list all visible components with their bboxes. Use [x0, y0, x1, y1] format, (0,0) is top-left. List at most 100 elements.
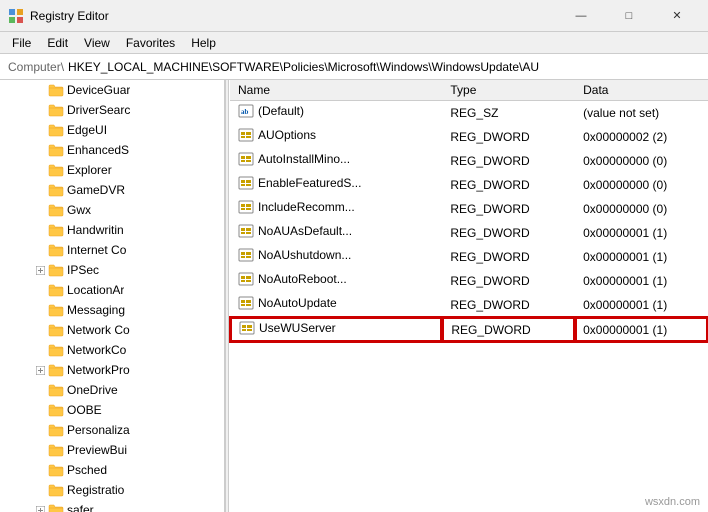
folder-icon [48, 362, 64, 378]
value-data: 0x00000001 (1) [575, 269, 708, 293]
tree-expander[interactable] [32, 502, 48, 512]
menu-bar: File Edit View Favorites Help [0, 32, 708, 54]
tree-item[interactable]: Internet Co [0, 240, 224, 260]
tree-item[interactable]: PreviewBui [0, 440, 224, 460]
tree-expander[interactable] [32, 122, 48, 138]
tree-expander[interactable] [32, 422, 48, 438]
tree-item[interactable]: DriverSearc [0, 100, 224, 120]
tree-item[interactable]: EdgeUI [0, 120, 224, 140]
table-row[interactable]: NoAutoReboot...REG_DWORD0x00000001 (1) [230, 269, 708, 293]
tree-item[interactable]: GameDVR [0, 180, 224, 200]
folder-icon [48, 142, 64, 158]
tree-item[interactable]: safer [0, 500, 224, 512]
tree-item-label: EdgeUI [67, 123, 107, 137]
tree-expander[interactable] [32, 182, 48, 198]
tree-item-label: Network Co [67, 323, 130, 337]
table-row[interactable]: NoAUshutdown...REG_DWORD0x00000001 (1) [230, 245, 708, 269]
menu-view[interactable]: View [76, 34, 118, 52]
folder-icon [48, 222, 64, 238]
tree-item[interactable]: EnhancedS [0, 140, 224, 160]
value-name: ab (Default) [230, 101, 442, 125]
tree-item[interactable]: Psched [0, 460, 224, 480]
reg-value-icon: IncludeRecomm... [238, 199, 355, 215]
folder-icon [48, 242, 64, 258]
tree-expander[interactable] [32, 322, 48, 338]
value-data: 0x00000001 (1) [575, 317, 708, 342]
value-data: 0x00000001 (1) [575, 221, 708, 245]
table-row[interactable]: ab (Default)REG_SZ(value not set) [230, 101, 708, 125]
value-name: IncludeRecomm... [230, 197, 442, 221]
menu-edit[interactable]: Edit [39, 34, 76, 52]
tree-expander[interactable] [32, 222, 48, 238]
table-row[interactable]: NoAUAsDefault...REG_DWORD0x00000001 (1) [230, 221, 708, 245]
tree-item[interactable]: LocationAr [0, 280, 224, 300]
tree-expander[interactable] [32, 382, 48, 398]
tree-item-label: Internet Co [67, 243, 126, 257]
tree-expander[interactable] [32, 142, 48, 158]
table-row[interactable]: NoAutoUpdateREG_DWORD0x00000001 (1) [230, 293, 708, 318]
tree-expander[interactable] [32, 402, 48, 418]
folder-icon [48, 282, 64, 298]
tree-expander[interactable] [32, 482, 48, 498]
tree-expander[interactable] [32, 242, 48, 258]
tree-expander[interactable] [32, 202, 48, 218]
table-row[interactable]: AutoInstallMino...REG_DWORD0x00000000 (0… [230, 149, 708, 173]
reg-value-icon: NoAUshutdown... [238, 247, 351, 263]
tree-item[interactable]: Personaliza [0, 420, 224, 440]
tree-item[interactable]: Registratio [0, 480, 224, 500]
value-data: 0x00000000 (0) [575, 197, 708, 221]
value-name: NoAutoUpdate [230, 293, 442, 318]
tree-item[interactable]: OneDrive [0, 380, 224, 400]
minimize-button[interactable]: — [558, 0, 604, 32]
menu-help[interactable]: Help [183, 34, 224, 52]
tree-expander[interactable] [32, 82, 48, 98]
tree-expander[interactable] [32, 162, 48, 178]
tree-item-label: DeviceGuar [67, 83, 130, 97]
close-button[interactable]: ✕ [654, 0, 700, 32]
tree-item-label: safer [67, 503, 94, 512]
value-name: AutoInstallMino... [230, 149, 442, 173]
reg-value-icon: NoAutoUpdate [238, 295, 337, 311]
tree-expander[interactable] [32, 462, 48, 478]
menu-file[interactable]: File [4, 34, 39, 52]
tree-expander[interactable] [32, 302, 48, 318]
value-type: REG_DWORD [442, 317, 575, 342]
tree-item-label: OOBE [67, 403, 102, 417]
tree-item[interactable]: Network Co [0, 320, 224, 340]
value-type: REG_DWORD [442, 245, 575, 269]
tree-expander[interactable] [32, 262, 48, 278]
tree-item-label: LocationAr [67, 283, 124, 297]
tree-expander[interactable] [32, 362, 48, 378]
tree-item[interactable]: DeviceGuar [0, 80, 224, 100]
table-row[interactable]: UseWUServerREG_DWORD0x00000001 (1) [230, 317, 708, 342]
address-path[interactable]: HKEY_LOCAL_MACHINE\SOFTWARE\Policies\Mic… [68, 60, 539, 74]
table-row[interactable]: AUOptionsREG_DWORD0x00000002 (2) [230, 125, 708, 149]
maximize-button[interactable]: □ [606, 0, 652, 32]
value-data: (value not set) [575, 101, 708, 125]
tree-item[interactable]: Handwritin [0, 220, 224, 240]
value-name: NoAUAsDefault... [230, 221, 442, 245]
tree-item-label: Registratio [67, 483, 124, 497]
tree-item[interactable]: NetworkCo [0, 340, 224, 360]
tree-item[interactable]: OOBE [0, 400, 224, 420]
col-name: Name [230, 80, 442, 101]
menu-favorites[interactable]: Favorites [118, 34, 183, 52]
value-type: REG_DWORD [442, 221, 575, 245]
tree-item[interactable]: Messaging [0, 300, 224, 320]
tree-expander[interactable] [32, 342, 48, 358]
value-name: NoAUshutdown... [230, 245, 442, 269]
folder-icon [48, 102, 64, 118]
tree-item[interactable]: IPSec [0, 260, 224, 280]
tree-item-label: DriverSearc [67, 103, 130, 117]
table-row[interactable]: IncludeRecomm...REG_DWORD0x00000000 (0) [230, 197, 708, 221]
value-type: REG_DWORD [442, 293, 575, 318]
tree-item[interactable]: NetworkPro [0, 360, 224, 380]
registry-tree[interactable]: DeviceGuar DriverSearc EdgeUI EnhancedS … [0, 80, 225, 512]
tree-expander[interactable] [32, 442, 48, 458]
tree-item[interactable]: Explorer [0, 160, 224, 180]
tree-expander[interactable] [32, 102, 48, 118]
tree-item[interactable]: Gwx [0, 200, 224, 220]
table-row[interactable]: EnableFeaturedS...REG_DWORD0x00000000 (0… [230, 173, 708, 197]
tree-expander[interactable] [32, 282, 48, 298]
col-data: Data [575, 80, 708, 101]
